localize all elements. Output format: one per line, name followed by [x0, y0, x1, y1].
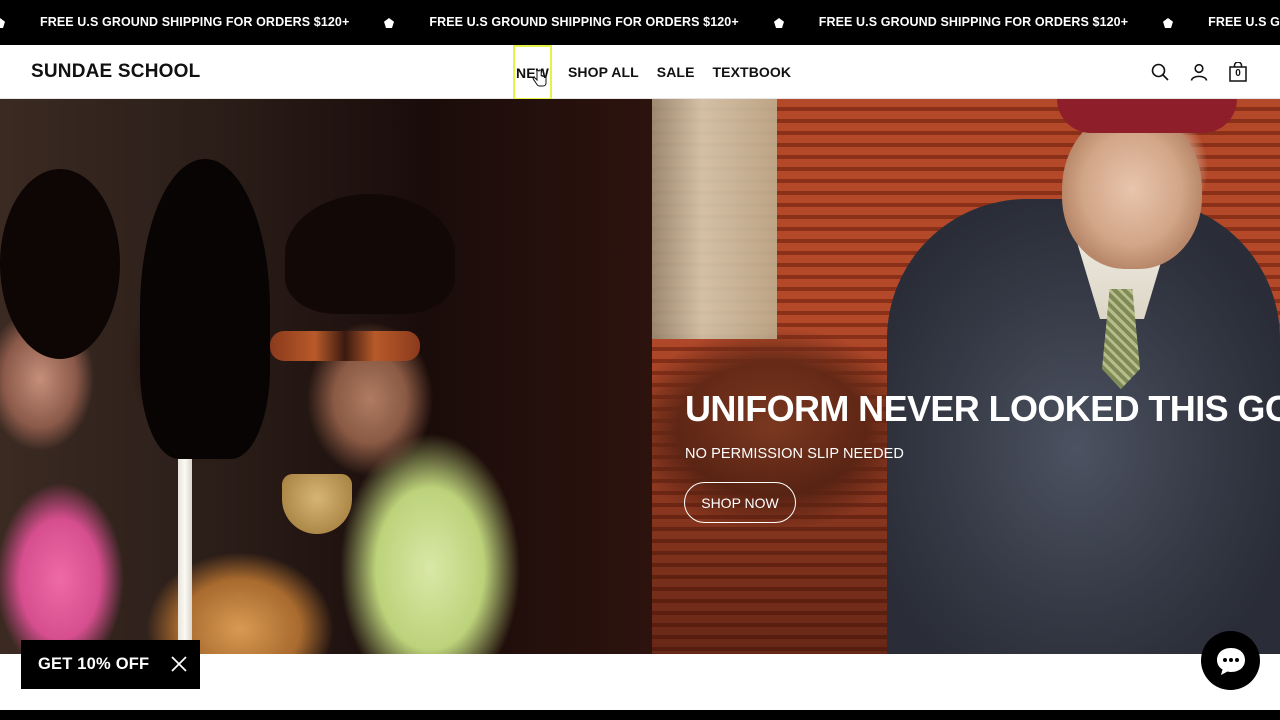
discount-label[interactable]: GET 10% OFF: [38, 655, 149, 674]
candle: [178, 429, 192, 649]
main-nav: NEW SHOP ALL SALE TEXTBOOK: [513, 44, 809, 100]
pentagon-icon: [383, 17, 395, 29]
announcement-bar: FREE U.S GROUND SHIPPING FOR ORDERS $120…: [0, 0, 1280, 45]
hero-title: UNIFORM NEVER LOOKED THIS GO: [685, 388, 1280, 429]
bottom-strip: [0, 710, 1280, 720]
account-icon[interactable]: [1189, 62, 1209, 82]
announcement-text: FREE U.S GROUND SHIPPING FOR ORDERS $120…: [429, 15, 739, 29]
site-header: SUNDAE SCHOOL NEW SHOP ALL SALE TEXTBOOK…: [0, 44, 1280, 100]
wall-panel: [652, 99, 777, 339]
pentagon-icon: [1162, 17, 1174, 29]
logo[interactable]: SUNDAE SCHOOL: [31, 61, 200, 83]
pentagon-icon: [773, 17, 785, 29]
goblet: [282, 474, 352, 534]
pointer-cursor-icon: [532, 69, 547, 87]
nav-sale[interactable]: SALE: [657, 64, 695, 80]
face: [1062, 109, 1202, 269]
hero-banner: [0, 99, 1280, 654]
sunglasses: [270, 331, 420, 361]
announcement-text: FREE U.S GROUND SHIPPING FOR ORDERS $120…: [818, 15, 1129, 29]
chat-icon: [1216, 647, 1245, 675]
hero-image-right: [652, 99, 1280, 654]
nav-shop-all[interactable]: SHOP ALL: [568, 64, 639, 80]
search-icon[interactable]: [1150, 62, 1170, 82]
hero-image-left: [0, 99, 652, 654]
nav-textbook[interactable]: TEXTBOOK: [713, 64, 792, 80]
announcement-text: FREE U.S GROUND SHIPPING FOR ORDERS $120…: [40, 15, 350, 29]
hair-left: [0, 169, 120, 359]
shop-now-button[interactable]: SHOP NOW: [684, 482, 796, 523]
cap: [1057, 99, 1237, 133]
announcement-track: FREE U.S GROUND SHIPPING FOR ORDERS $120…: [0, 0, 1280, 45]
header-icons: 0: [1150, 45, 1248, 99]
chat-button[interactable]: [1201, 631, 1260, 690]
cart-icon[interactable]: 0: [1228, 62, 1248, 82]
discount-popup[interactable]: GET 10% OFF: [21, 640, 200, 689]
close-icon[interactable]: [170, 655, 188, 673]
cart-count: 0: [1235, 68, 1241, 79]
hair: [285, 194, 455, 314]
hero-subtitle: NO PERMISSION SLIP NEEDED: [685, 446, 904, 462]
hero-copy: UNIFORM NEVER LOOKED THIS GO NO PERMISSI…: [685, 388, 1280, 463]
hair-middle: [140, 159, 270, 459]
announcement-text: FREE U.S GROUND SHIPPING FOR ORDERS $120…: [1208, 15, 1280, 29]
